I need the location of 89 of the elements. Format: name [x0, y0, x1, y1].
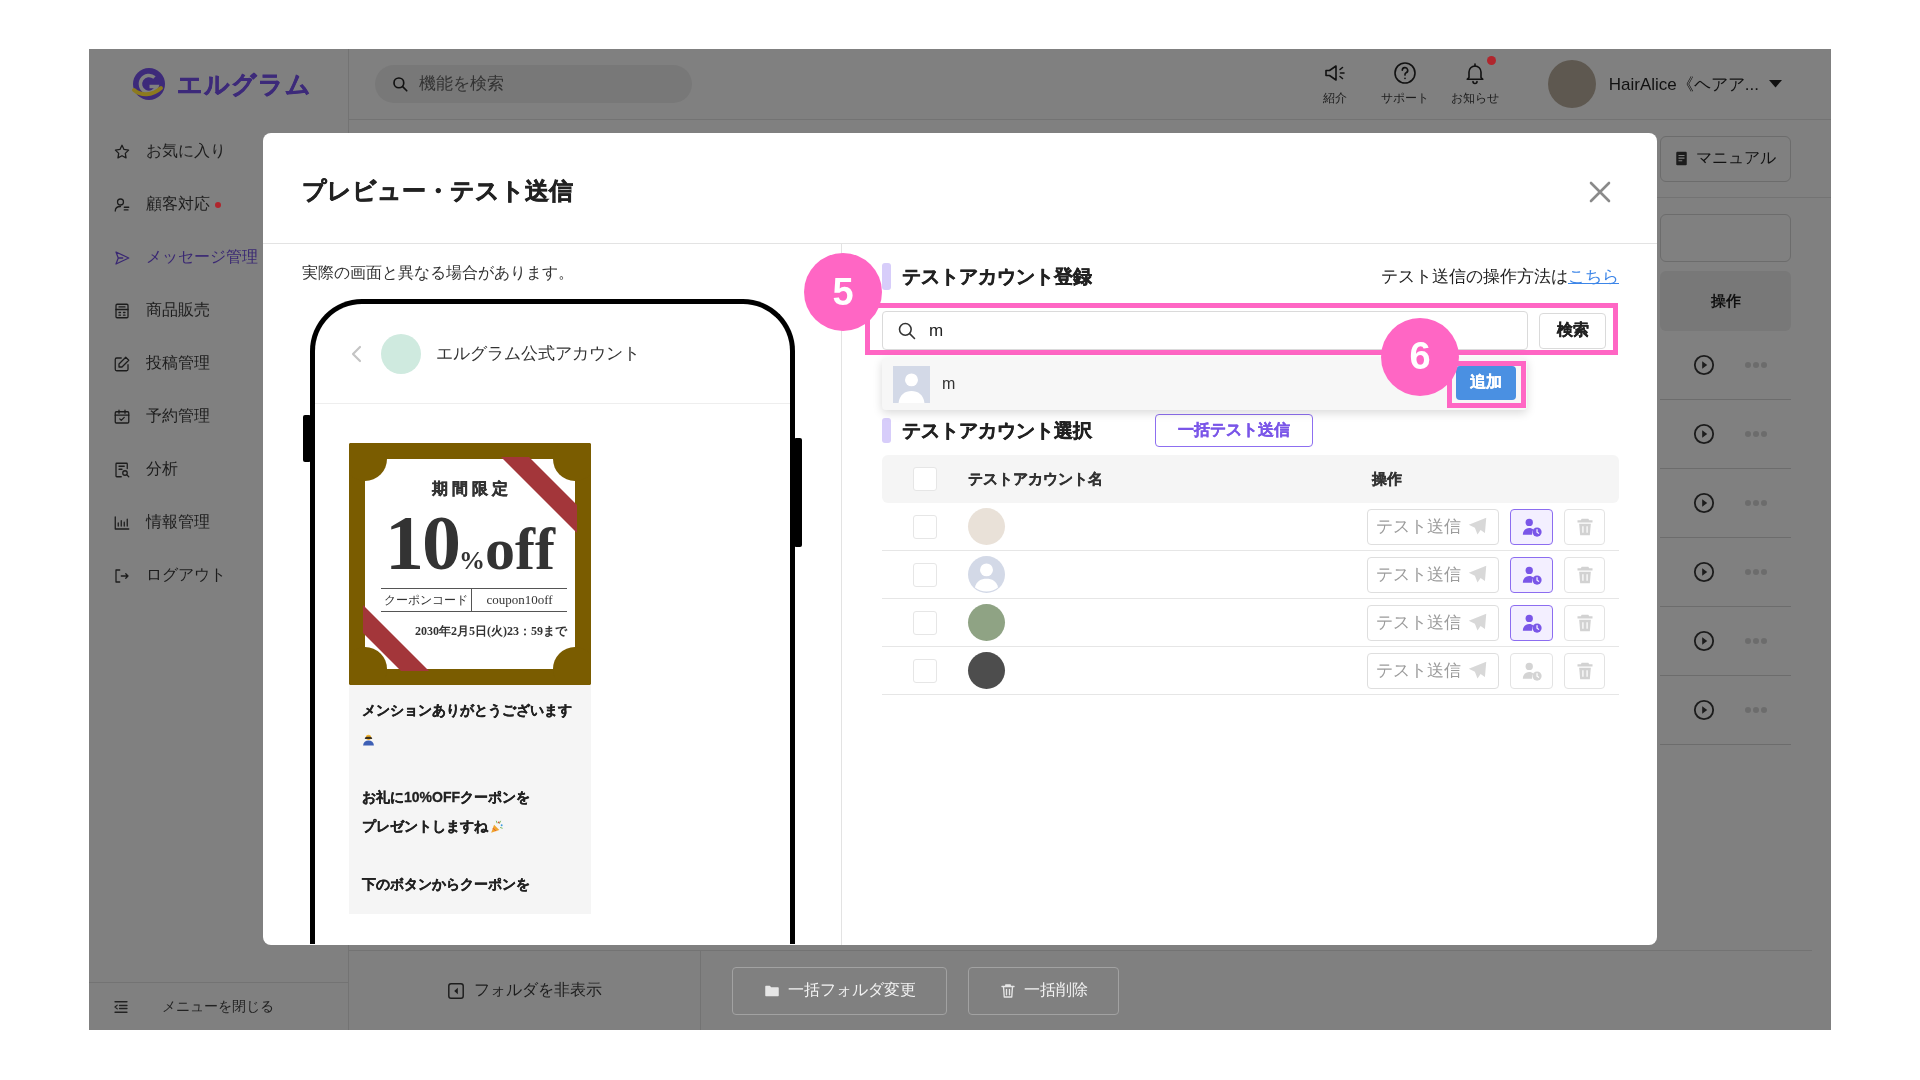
play-icon[interactable] [1692, 699, 1715, 721]
avatar-silhouette-icon [968, 556, 1005, 593]
logo-text: エルグラム [177, 69, 312, 100]
avatar-placeholder [1547, 60, 1596, 108]
close-icon [1588, 179, 1612, 204]
sidebar-item[interactable]: 顧客対応 [113, 194, 210, 215]
column-header: 操作 [1371, 469, 1403, 489]
search-input[interactable]: 機能を検索 [419, 74, 639, 94]
bowing-person-icon [362, 733, 375, 746]
photo-placeholder [968, 652, 1005, 689]
play-icon[interactable] [1692, 423, 1715, 445]
avatar-placeholder [381, 333, 421, 374]
sidebar-item[interactable]: 投稿管理 [113, 353, 210, 374]
help-text: テスト送信の操作方法はこちら [1381, 266, 1619, 288]
coupon-code: coupon10off [485, 591, 554, 609]
party-popper-icon [490, 819, 504, 834]
paper-plane-icon [1467, 516, 1488, 537]
star-icon [113, 142, 131, 161]
discount-text: 10%off [385, 505, 555, 581]
person-icon [113, 195, 131, 214]
preview-note: 実際の画面と異なる場合があります。 [302, 263, 575, 283]
search-field[interactable]: 機能を検索 [375, 65, 692, 103]
section-accent-bar [882, 263, 891, 290]
column-header: テストアカウント名 [968, 469, 1103, 489]
user-clock-button[interactable] [1510, 508, 1553, 545]
user-clock-button[interactable] [1510, 604, 1553, 641]
search-button[interactable]: 検索 [1539, 312, 1606, 349]
user-clock-button[interactable] [1510, 556, 1553, 593]
bulk-test-send-button[interactable]: 一括テスト送信 [1155, 414, 1313, 447]
trash-icon [999, 981, 1017, 1000]
cash-register-icon [113, 301, 131, 320]
referral-button[interactable]: 紹介 [1302, 61, 1367, 107]
sidebar-item[interactable]: 商品販売 [113, 300, 210, 321]
sidebar-item[interactable]: お気に入り [113, 141, 226, 162]
add-button[interactable]: 追加 [1456, 365, 1516, 400]
edit-icon [113, 354, 131, 373]
document-search-icon [113, 460, 131, 479]
section-title: テストアカウント選択 [902, 418, 1092, 443]
photo-placeholder [968, 604, 1005, 641]
step-number: 5 [804, 253, 882, 331]
support-button[interactable]: サポート [1372, 61, 1437, 107]
notifications-button[interactable]: お知らせ [1442, 61, 1507, 107]
section-title: テストアカウント登録 [902, 264, 1092, 289]
message-text: 下のボタンからクーポンを [362, 875, 530, 894]
calendar-icon [113, 407, 131, 426]
sidebar-item[interactable]: 予約管理 [113, 406, 210, 427]
panel-toggle-icon [447, 981, 465, 1000]
sidebar-item[interactable]: メッセージ管理 [113, 247, 258, 268]
help-icon [1392, 61, 1417, 85]
sidebar-item[interactable]: ログアウト [113, 565, 226, 586]
column-header: 操作 [1710, 291, 1741, 311]
search-icon [897, 320, 917, 341]
play-icon[interactable] [1692, 630, 1715, 652]
search-icon [391, 75, 409, 93]
coupon-code-label: クーポンコード [381, 589, 472, 611]
caret-down-icon [1769, 80, 1782, 88]
message-text: お礼に10%OFFクーポンを [362, 788, 530, 807]
checkbox[interactable] [913, 562, 937, 587]
sidebar-item[interactable]: 分析 [113, 459, 178, 480]
section-accent-bar [882, 418, 891, 443]
paper-plane-icon [1467, 612, 1488, 633]
photo-placeholder [968, 508, 1005, 545]
paper-plane-icon [1467, 564, 1488, 585]
bar-chart-icon [113, 513, 131, 532]
checkbox[interactable] [913, 514, 937, 539]
play-icon[interactable] [1692, 561, 1715, 583]
result-name: m [942, 375, 956, 393]
paper-plane-icon [1467, 660, 1488, 681]
chevron-left-icon[interactable] [350, 344, 363, 363]
sidebar-item[interactable]: 情報管理 [113, 512, 210, 533]
message-text: プレゼントしますね [362, 817, 488, 836]
checkbox[interactable] [913, 610, 937, 635]
collapse-menu-button[interactable]: メニューを閉じる [112, 997, 274, 1016]
checkbox[interactable] [913, 658, 937, 683]
play-icon[interactable] [1692, 354, 1715, 376]
manual-button[interactable]: マニュアル [1660, 135, 1791, 182]
logout-icon [113, 566, 131, 585]
folder-toggle-button[interactable]: フォルダを非表示 [447, 980, 602, 1001]
coupon-heading: 期間限定 [431, 479, 512, 499]
help-link[interactable]: こちら [1568, 267, 1619, 286]
coupon-expiry: 2030年2月5日(火)23：59まで [415, 624, 567, 639]
message-text: メンションありがとうございます [362, 701, 572, 720]
chat-account-name: エルグラム公式アカウント [436, 343, 640, 365]
account-menu-button[interactable]: HairAlice《ヘアア... [1608, 72, 1782, 96]
play-icon[interactable] [1692, 492, 1715, 514]
modal-title: プレビュー・テスト送信 [302, 175, 573, 206]
checkbox[interactable] [913, 467, 937, 491]
document-icon [1674, 150, 1689, 167]
avatar-silhouette-icon [893, 365, 930, 403]
